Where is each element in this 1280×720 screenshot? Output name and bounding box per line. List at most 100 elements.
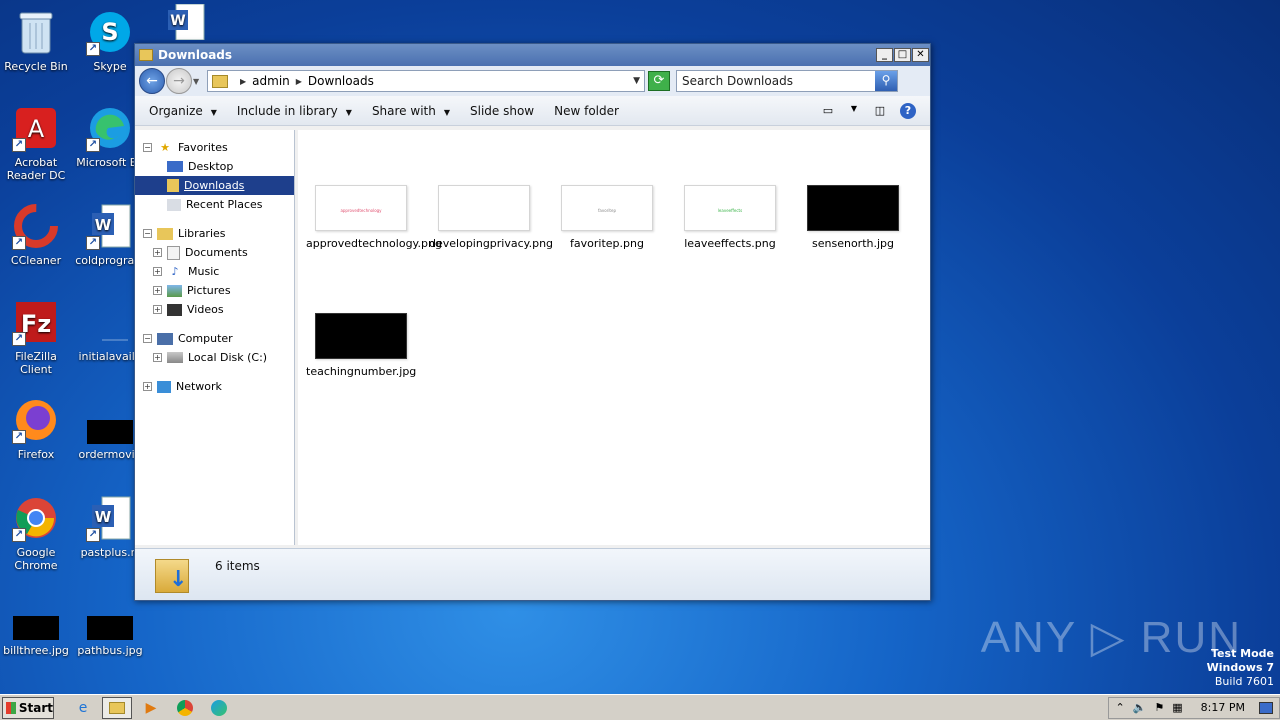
chevron-right-icon[interactable]: ▶	[240, 77, 246, 86]
nav-pictures[interactable]: + Pictures	[135, 281, 294, 300]
desktop-icon-word-doc-top[interactable]: W	[150, 4, 222, 44]
desktop-icon-filezilla[interactable]: Fz ↗ FileZilla Client	[0, 298, 72, 376]
nav-desktop[interactable]: Desktop	[135, 157, 294, 176]
file-item[interactable]: developingprivacy.png	[429, 185, 553, 250]
nav-documents[interactable]: + Documents	[135, 243, 294, 262]
windows-logo-icon	[6, 701, 16, 714]
desktop-icon-label: Skype	[93, 60, 127, 73]
expand-icon[interactable]: +	[153, 248, 162, 257]
nav-network[interactable]: + Network	[135, 377, 294, 396]
nav-libraries[interactable]: − Libraries	[135, 224, 294, 243]
desktop-icon-pathbus[interactable]: pathbus.jpg	[74, 606, 146, 657]
view-options-icon[interactable]: ▭	[820, 104, 836, 118]
preview-pane-icon[interactable]: ◫	[872, 104, 888, 118]
volume-icon[interactable]: 🔈	[1133, 701, 1147, 714]
desktop-icon-label: pastplus.rt	[80, 546, 140, 559]
media-player-icon[interactable]: ▶	[136, 697, 166, 719]
expand-icon[interactable]: +	[153, 267, 162, 276]
maximize-button[interactable]: □	[894, 48, 911, 62]
share-with-button[interactable]: Share with ▼	[372, 104, 450, 118]
nav-videos[interactable]: + Videos	[135, 300, 294, 319]
include-in-library-button[interactable]: Include in library ▼	[237, 104, 352, 118]
search-icon[interactable]: ⚲	[875, 71, 897, 91]
file-item[interactable]: favoritep favoritep.png	[552, 185, 662, 250]
file-item[interactable]: leaveeffects leaveeffects.png	[675, 185, 785, 250]
start-button[interactable]: Start	[2, 696, 54, 719]
refresh-button[interactable]: ⟳	[648, 71, 670, 91]
nav-favorites[interactable]: − ★ Favorites	[135, 138, 294, 157]
window-titlebar[interactable]: Downloads _ □ ✕	[135, 44, 930, 66]
libraries-icon	[157, 227, 173, 240]
new-folder-button[interactable]: New folder	[554, 104, 619, 118]
chrome-icon: ↗	[12, 494, 60, 542]
help-icon[interactable]: ?	[900, 102, 916, 119]
edge-taskbar-icon[interactable]	[204, 697, 234, 719]
breadcrumb-admin[interactable]: admin	[252, 74, 290, 88]
desktop-icon-label: pathbus.jpg	[77, 644, 143, 657]
clock[interactable]: 8:17 PM	[1201, 701, 1245, 714]
anyrun-watermark: ANY ▷ RUN	[980, 613, 1242, 662]
file-item[interactable]: approvedtechnology approvedtechnology.pn…	[306, 185, 442, 250]
action-center-icon[interactable]: ⚑	[1154, 701, 1164, 714]
expand-icon[interactable]: +	[153, 286, 162, 295]
desktop-icon-label: Recycle Bin	[4, 60, 68, 73]
chevron-right-icon[interactable]: ▶	[296, 77, 302, 86]
image-thumbnail-icon	[87, 420, 133, 444]
nav-music[interactable]: + ♪ Music	[135, 262, 294, 281]
nav-downloads[interactable]: Downloads	[135, 176, 294, 195]
back-button[interactable]: ←	[139, 68, 165, 94]
nav-recent-places[interactable]: Recent Places	[135, 195, 294, 214]
pictures-icon	[167, 284, 182, 297]
show-desktop-icon[interactable]	[1259, 701, 1273, 714]
desktop-icon-billthree[interactable]: billthree.jpg	[0, 606, 72, 657]
organize-button[interactable]: Organize ▼	[149, 104, 217, 118]
collapse-icon[interactable]: −	[143, 229, 152, 238]
expand-icon[interactable]: +	[153, 305, 162, 314]
history-dropdown-icon[interactable]: ▼	[193, 77, 203, 86]
drive-icon	[167, 352, 183, 363]
collapse-icon[interactable]: −	[143, 334, 152, 343]
music-icon: ♪	[171, 264, 179, 278]
network-status-icon[interactable]: ▦	[1172, 701, 1182, 714]
nav-local-disk[interactable]: + Local Disk (C:)	[135, 348, 294, 367]
desktop-icon-label: CCleaner	[10, 254, 62, 267]
desktop-icon-ccleaner[interactable]: ↗ CCleaner	[0, 202, 72, 267]
address-field[interactable]: ▶ admin ▶ Downloads ▼	[207, 70, 645, 92]
file-item[interactable]: sensenorth.jpg	[798, 185, 908, 250]
desktop-icon	[167, 161, 183, 172]
shortcut-arrow-icon: ↗	[12, 236, 26, 250]
minimize-button[interactable]: _	[876, 48, 893, 62]
downloads-folder-icon	[167, 179, 179, 192]
chevron-down-icon[interactable]: ▼	[846, 104, 862, 118]
desktop-icon-recycle-bin[interactable]: Recycle Bin	[0, 8, 72, 73]
shortcut-arrow-icon: ↗	[12, 528, 26, 542]
breadcrumb-downloads[interactable]: Downloads	[308, 74, 374, 88]
internet-explorer-icon[interactable]: e	[68, 697, 98, 719]
shortcut-arrow-icon: ↗	[86, 236, 100, 250]
expand-icon[interactable]: +	[143, 382, 152, 391]
search-input[interactable]: Search Downloads ⚲	[676, 70, 898, 92]
desktop-icon-label: Acrobat Reader DC	[6, 156, 66, 182]
image-thumbnail	[315, 313, 407, 359]
desktop-icon-firefox[interactable]: ↗ Firefox	[0, 396, 72, 461]
show-hidden-icons-icon[interactable]: ⌃	[1115, 701, 1124, 714]
forward-button[interactable]: →	[166, 68, 192, 94]
os-info: Test Mode Windows 7 Build 7601	[1207, 647, 1274, 689]
desktop-icon-label: FileZilla Client	[15, 350, 57, 376]
network-icon	[157, 380, 171, 393]
desktop-icon-label: Firefox	[17, 448, 55, 461]
nav-computer[interactable]: − Computer	[135, 329, 294, 348]
slide-show-button[interactable]: Slide show	[470, 104, 534, 118]
skype-icon: S ↗	[86, 8, 134, 56]
desktop-icon-chrome[interactable]: ↗ Google Chrome	[0, 494, 72, 572]
close-button[interactable]: ✕	[912, 48, 929, 62]
desktop-icon-acrobat[interactable]: A ↗ Acrobat Reader DC	[0, 104, 72, 182]
file-item[interactable]: teachingnumber.jpg	[306, 313, 416, 378]
explorer-taskbar-icon[interactable]	[102, 696, 132, 719]
chevron-down-icon[interactable]: ▼	[633, 76, 640, 86]
folder-icon	[139, 49, 153, 61]
chrome-taskbar-icon[interactable]	[170, 697, 200, 719]
chevron-down-icon: ▼	[345, 107, 352, 117]
expand-icon[interactable]: +	[153, 353, 162, 362]
collapse-icon[interactable]: −	[143, 143, 152, 152]
